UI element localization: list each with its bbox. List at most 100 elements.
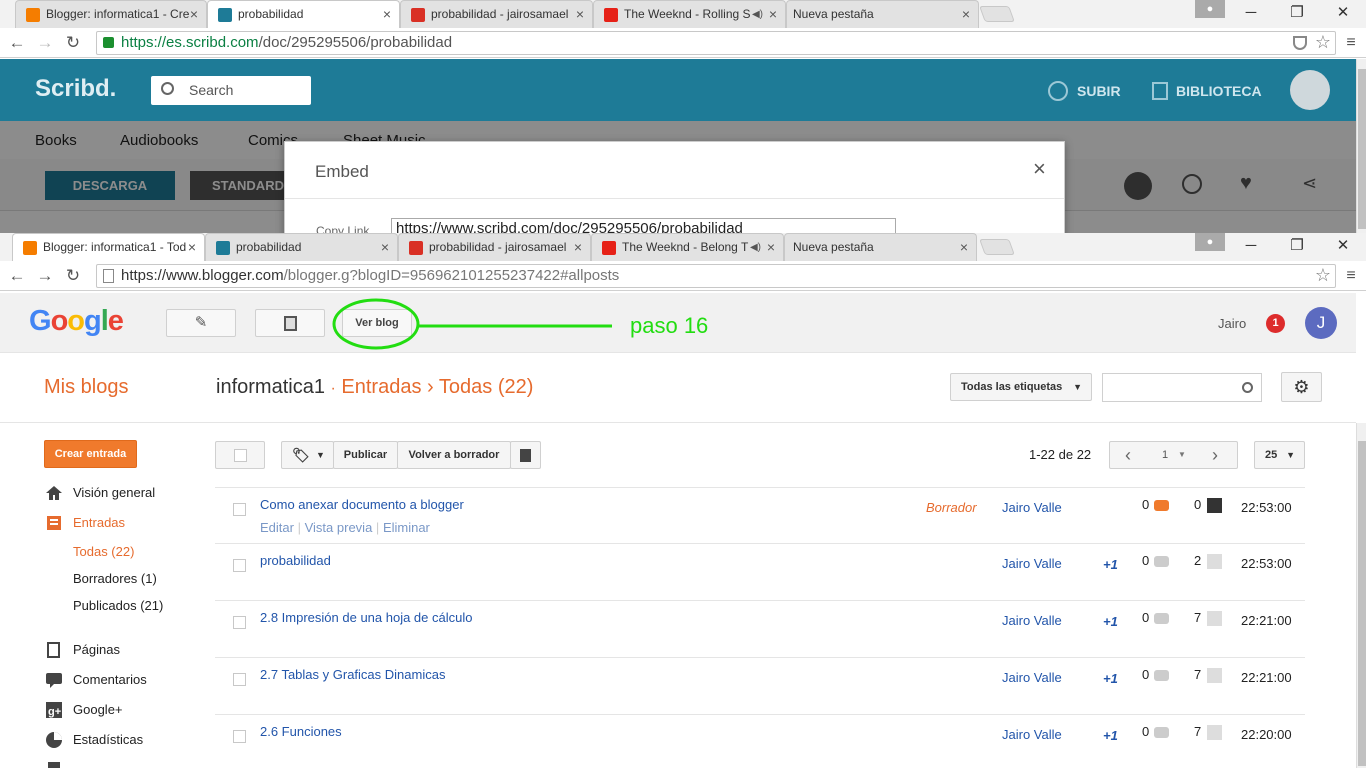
- reload-icon[interactable]: ↻: [62, 265, 84, 287]
- google-logo[interactable]: Google: [29, 305, 124, 338]
- create-post-button[interactable]: Crear entrada: [44, 440, 137, 468]
- page-number[interactable]: 1: [1162, 442, 1168, 468]
- close-tab-icon[interactable]: ×: [962, 1, 970, 28]
- close-tab-icon[interactable]: ×: [767, 234, 775, 261]
- my-blogs-link[interactable]: Mis blogs: [44, 376, 128, 399]
- view-posts-button[interactable]: [255, 309, 325, 337]
- forward-icon[interactable]: →: [34, 32, 56, 54]
- top-tab-blogger[interactable]: Blogger: informatica1 - Cre ×: [15, 0, 207, 28]
- plus-one[interactable]: +1: [1103, 671, 1118, 686]
- plus-one[interactable]: +1: [1103, 557, 1118, 572]
- speaker-icon[interactable]: ◀): [750, 234, 761, 261]
- minimize-icon[interactable]: ─: [1228, 0, 1274, 28]
- notification-badge[interactable]: 1: [1266, 314, 1285, 333]
- back-icon[interactable]: ←: [6, 265, 28, 287]
- copy-link-input[interactable]: https://www.scribd.com/doc/295295506/pro…: [391, 218, 896, 233]
- post-author[interactable]: Jairo Valle: [1002, 670, 1062, 685]
- blog-name[interactable]: informatica1: [216, 376, 325, 398]
- top-tab-scribd[interactable]: probabilidad ×: [207, 0, 400, 28]
- bookmark-star-icon[interactable]: ☆: [1315, 32, 1331, 53]
- revert-to-draft-button[interactable]: Volver a borrador: [397, 441, 511, 469]
- post-author[interactable]: Jairo Valle: [1002, 500, 1062, 515]
- minimize-icon[interactable]: ─: [1228, 233, 1274, 261]
- post-author[interactable]: Jairo Valle: [1002, 613, 1062, 628]
- top-tab-new[interactable]: Nueva pestaña ×: [786, 0, 979, 28]
- select-all-checkbox[interactable]: [215, 441, 265, 469]
- bottom-tab-new[interactable]: Nueva pestaña ×: [784, 233, 977, 261]
- table-row[interactable]: 2.7 Tablas y Graficas Dinamicas Jairo Va…: [215, 658, 1305, 715]
- sidebar-sub-drafts[interactable]: Borradores (1): [73, 570, 157, 588]
- posts-search-input[interactable]: [1102, 373, 1262, 402]
- top-tab-gmail[interactable]: probabilidad - jairosamael ×: [400, 0, 593, 28]
- labels-dropdown[interactable]: Todas las etiquetas ▼: [950, 373, 1092, 401]
- preview-link[interactable]: Vista previa: [305, 520, 373, 535]
- top-url-field[interactable]: https://es.scribd.com/doc/295295506/prob…: [96, 31, 1336, 55]
- post-title[interactable]: 2.6 Funciones: [260, 724, 342, 739]
- plus-one[interactable]: +1: [1103, 728, 1118, 743]
- prev-page-icon[interactable]: ‹: [1125, 442, 1131, 468]
- row-checkbox[interactable]: [233, 730, 246, 743]
- post-title[interactable]: Como anexar documento a blogger: [260, 497, 464, 512]
- row-checkbox[interactable]: [233, 559, 246, 572]
- close-window-icon[interactable]: ✕: [1320, 0, 1366, 28]
- bottom-vertical-scrollbar[interactable]: [1356, 423, 1366, 768]
- close-tab-icon[interactable]: ×: [576, 1, 584, 28]
- restore-icon[interactable]: ❐: [1274, 0, 1320, 28]
- close-tab-icon[interactable]: ×: [188, 234, 196, 261]
- account-avatar[interactable]: J: [1305, 307, 1337, 339]
- scroll-thumb[interactable]: [1358, 69, 1366, 229]
- bottom-tab-gmail[interactable]: probabilidad - jairosamael ×: [398, 233, 591, 261]
- close-tab-icon[interactable]: ×: [381, 234, 389, 261]
- row-checkbox[interactable]: [233, 616, 246, 629]
- table-row[interactable]: Como anexar documento a blogger Editar |…: [215, 487, 1305, 544]
- reload-icon[interactable]: ↻: [62, 32, 84, 54]
- shield-icon[interactable]: [1293, 36, 1307, 50]
- plus-one[interactable]: +1: [1103, 614, 1118, 629]
- bottom-url-field[interactable]: https://www.blogger.com/blogger.g?blogID…: [96, 264, 1336, 288]
- settings-gear-button[interactable]: ⚙: [1281, 372, 1322, 402]
- post-title[interactable]: probabilidad: [260, 553, 331, 568]
- close-tab-icon[interactable]: ×: [383, 1, 391, 28]
- labels-button[interactable]: 🏷 ▼: [281, 441, 334, 469]
- new-tab-button[interactable]: [979, 6, 1015, 22]
- bookmark-star-icon[interactable]: ☆: [1315, 265, 1331, 286]
- top-vertical-scrollbar[interactable]: [1356, 59, 1366, 233]
- crumb-posts[interactable]: Entradas: [341, 376, 421, 398]
- close-window-icon[interactable]: ✕: [1320, 233, 1366, 261]
- row-checkbox[interactable]: [233, 503, 246, 516]
- close-modal-icon[interactable]: ×: [1033, 156, 1046, 182]
- close-tab-icon[interactable]: ×: [960, 234, 968, 261]
- table-row[interactable]: 2.6 Funciones Jairo Valle +1 0 7 22:20:0…: [215, 715, 1305, 768]
- upload-link[interactable]: SUBIR: [1077, 83, 1121, 99]
- close-tab-icon[interactable]: ×: [574, 234, 582, 261]
- table-row[interactable]: 2.8 Impresión de una hoja de cálculo Jai…: [215, 601, 1305, 658]
- top-tab-youtube[interactable]: The Weeknd - Rolling S ◀) ×: [593, 0, 786, 28]
- back-icon[interactable]: ←: [6, 32, 28, 54]
- new-tab-button[interactable]: [979, 239, 1015, 255]
- post-author[interactable]: Jairo Valle: [1002, 556, 1062, 571]
- user-name[interactable]: Jairo: [1218, 316, 1246, 331]
- scroll-thumb[interactable]: [1358, 441, 1366, 766]
- library-link[interactable]: BIBLIOTECA: [1176, 83, 1262, 99]
- profile-icon[interactable]: ●: [1195, 0, 1225, 18]
- bottom-tab-youtube[interactable]: The Weeknd - Belong T ◀) ×: [591, 233, 784, 261]
- delete-button[interactable]: [510, 441, 541, 469]
- restore-icon[interactable]: ❐: [1274, 233, 1320, 261]
- sidebar-sub-all[interactable]: Todas (22): [73, 543, 134, 561]
- speaker-icon[interactable]: ◀): [752, 1, 763, 28]
- user-avatar[interactable]: [1290, 70, 1330, 110]
- sidebar-sub-published[interactable]: Publicados (21): [73, 597, 163, 615]
- menu-icon[interactable]: ≡: [1340, 32, 1362, 54]
- post-title[interactable]: 2.7 Tablas y Graficas Dinamicas: [260, 667, 445, 682]
- scribd-logo[interactable]: Scribd.: [35, 75, 116, 103]
- profile-icon[interactable]: ●: [1195, 233, 1225, 251]
- forward-icon[interactable]: →: [34, 265, 56, 287]
- per-page-dropdown[interactable]: 25 ▼: [1254, 441, 1305, 469]
- post-title[interactable]: 2.8 Impresión de una hoja de cálculo: [260, 610, 472, 625]
- row-checkbox[interactable]: [233, 673, 246, 686]
- next-page-icon[interactable]: ›: [1212, 442, 1218, 468]
- scribd-search-box[interactable]: Search: [151, 76, 311, 105]
- close-tab-icon[interactable]: ×: [769, 1, 777, 28]
- publish-button[interactable]: Publicar: [333, 441, 398, 469]
- close-tab-icon[interactable]: ×: [190, 1, 198, 28]
